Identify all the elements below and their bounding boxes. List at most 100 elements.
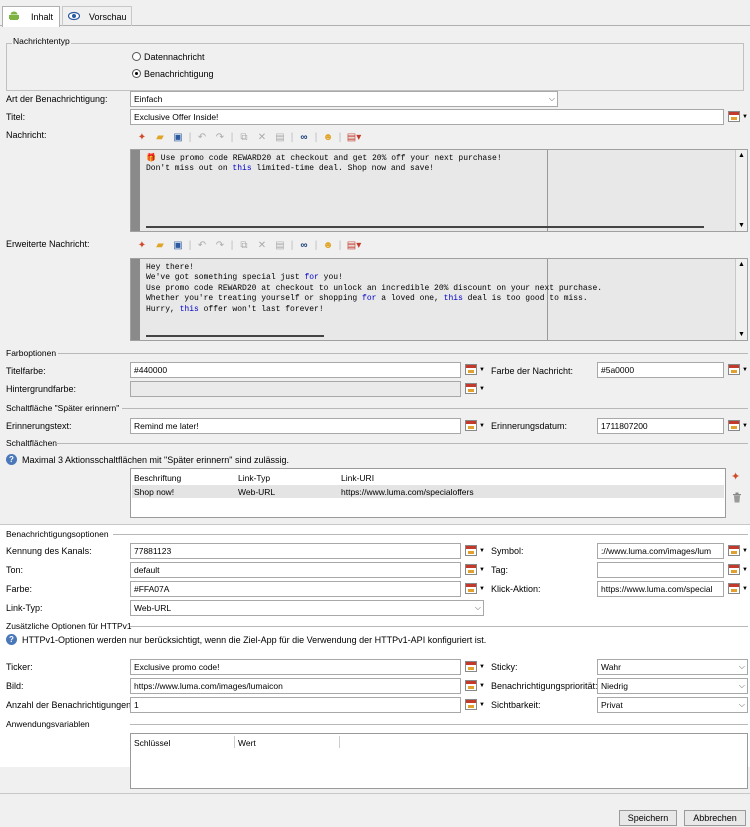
klick-aktion-input[interactable]: https://www.luma.com/special xyxy=(597,581,724,597)
column-header[interactable]: Wert xyxy=(238,738,256,748)
erinnerungsdatum-input[interactable]: 1711807200 xyxy=(597,418,724,434)
section-spaeter-erinnern: Schaltfläche "Später erinnern" xyxy=(6,403,120,413)
cancel-button[interactable]: Abbrechen xyxy=(684,810,746,826)
trash-icon[interactable] xyxy=(732,492,742,503)
undo-icon[interactable]: ↶ xyxy=(195,239,209,253)
personalization-picker[interactable]: ▼ xyxy=(728,563,748,577)
emoji-icon[interactable]: ☻ xyxy=(321,131,335,145)
extended-message-editor[interactable]: Hey there! We've got something special ju… xyxy=(130,258,748,341)
titelfarbe-input[interactable]: #440000 xyxy=(130,362,461,378)
label-erinnerungstext: Erinnerungstext: xyxy=(6,421,72,431)
cut-icon[interactable]: ✕ xyxy=(255,131,269,145)
personalization-picker[interactable]: ▼ xyxy=(465,419,485,433)
personalization-picker[interactable]: ▼ xyxy=(465,698,485,712)
titel-input[interactable]: Exclusive Offer Inside! xyxy=(130,109,724,125)
add-button-icon[interactable]: ✦ xyxy=(731,471,740,483)
personalization-picker[interactable]: ▼ xyxy=(465,660,485,674)
chevron-down-icon: ⌵ xyxy=(738,681,745,690)
separator: | xyxy=(314,132,318,143)
personalization-picker[interactable]: ▼ xyxy=(465,679,485,693)
personalization-picker[interactable]: ▼ xyxy=(728,419,748,433)
bild-input[interactable]: https://www.luma.com/images/lumaicon xyxy=(130,678,461,694)
vertical-scrollbar[interactable]: ▲ ▼ xyxy=(735,150,747,231)
emoji-icon[interactable]: ☻ xyxy=(321,239,335,253)
personalization-picker[interactable]: ▼ xyxy=(465,563,485,577)
hintergrundfarbe-input[interactable] xyxy=(130,381,461,397)
kennung-input[interactable]: 77881123 xyxy=(130,543,461,559)
paste-icon[interactable]: ▤ xyxy=(273,239,287,253)
redo-icon[interactable]: ↷ xyxy=(213,131,227,145)
app-variables-table[interactable]: Schlüssel Wert xyxy=(130,733,748,789)
horizontal-scrollbar[interactable] xyxy=(146,226,704,228)
ticker-input[interactable]: Exclusive promo code! xyxy=(130,659,461,675)
personalization-picker[interactable]: ▼ xyxy=(728,582,748,596)
editor-gutter xyxy=(131,150,140,231)
column-header[interactable]: Beschriftung xyxy=(134,473,181,483)
scroll-down-icon[interactable]: ▼ xyxy=(738,222,745,229)
ton-input[interactable]: default xyxy=(130,562,461,578)
personalization-menu-icon[interactable]: ▤▾ xyxy=(345,239,363,253)
personalization-picker[interactable]: ▼ xyxy=(465,363,485,377)
tab-vorschau[interactable]: Vorschau xyxy=(62,6,132,26)
radio-benachrichtigung[interactable] xyxy=(132,69,141,78)
column-header[interactable]: Link-Typ xyxy=(238,473,270,483)
anzahl-input[interactable]: 1 xyxy=(130,697,461,713)
find-binoculars-icon[interactable]: ∞ xyxy=(297,131,311,145)
personalization-picker[interactable]: ▼ xyxy=(728,544,748,558)
undo-icon[interactable]: ↶ xyxy=(195,131,209,145)
personalization-picker[interactable]: ▼ xyxy=(465,382,485,396)
save-icon[interactable]: ▣ xyxy=(171,131,185,145)
erinnerungstext-input[interactable]: Remind me later! xyxy=(130,418,461,434)
farbe-input[interactable]: #FFA07A xyxy=(130,581,461,597)
select-link-typ[interactable]: Web-URL ⌵ xyxy=(130,600,484,616)
select-art[interactable]: Einfach ⌵ xyxy=(130,91,558,107)
save-button[interactable]: Speichern xyxy=(619,810,677,826)
scroll-up-icon[interactable]: ▲ xyxy=(738,152,745,159)
find-binoculars-icon[interactable]: ∞ xyxy=(297,239,311,253)
editor-gutter xyxy=(131,259,140,340)
erinnerungstext-value: Remind me later! xyxy=(134,421,199,431)
paste-icon[interactable]: ▤ xyxy=(273,131,287,145)
dropdown-arrow-icon: ▼ xyxy=(479,664,485,670)
select-sichtbarkeit[interactable]: Privat ⌵ xyxy=(597,697,748,713)
personalization-icon xyxy=(728,545,740,556)
column-header[interactable]: Schlüssel xyxy=(134,738,170,748)
open-folder-icon[interactable]: ▰ xyxy=(153,131,167,145)
open-folder-icon[interactable]: ▰ xyxy=(153,239,167,253)
label-link-typ: Link-Typ: xyxy=(6,603,43,613)
vertical-scrollbar[interactable]: ▲ ▼ xyxy=(735,259,747,340)
personalization-menu-icon[interactable]: ▤▾ xyxy=(345,131,363,145)
farbe-nachricht-input[interactable]: #5a0000 xyxy=(597,362,724,378)
scroll-up-icon[interactable]: ▲ xyxy=(738,261,745,268)
insert-personalization-icon[interactable]: ✦ xyxy=(135,131,149,145)
copy-icon[interactable]: ⧉ xyxy=(237,239,251,253)
column-header[interactable]: Link-URI xyxy=(341,473,374,483)
label-art: Art der Benachrichtigung: xyxy=(6,94,108,104)
cut-icon[interactable]: ✕ xyxy=(255,239,269,253)
copy-icon[interactable]: ⧉ xyxy=(237,131,251,145)
symbol-input[interactable]: ://www.luma.com/images/lum xyxy=(597,543,724,559)
save-icon[interactable]: ▣ xyxy=(171,239,185,253)
horizontal-scrollbar[interactable] xyxy=(146,335,324,337)
radio-datennachricht[interactable] xyxy=(132,52,141,61)
personalization-icon xyxy=(728,364,740,375)
scroll-down-icon[interactable]: ▼ xyxy=(738,331,745,338)
personalization-picker[interactable]: ▼ xyxy=(728,110,748,124)
personalization-picker[interactable]: ▼ xyxy=(465,544,485,558)
personalization-picker[interactable]: ▼ xyxy=(465,582,485,596)
label-sticky: Sticky: xyxy=(491,662,518,672)
select-sticky[interactable]: Wahr ⌵ xyxy=(597,659,748,675)
table-row[interactable]: Shop now! Web-URL https://www.luma.com/s… xyxy=(132,485,724,498)
select-prioritaet[interactable]: Niedrig ⌵ xyxy=(597,678,748,694)
chevron-down-icon: ⌵ xyxy=(738,700,745,709)
tag-input[interactable] xyxy=(597,562,724,578)
notification-options-panel xyxy=(0,524,750,767)
insert-personalization-icon[interactable]: ✦ xyxy=(135,239,149,253)
dropdown-arrow-icon: ▼ xyxy=(742,423,748,429)
message-editor[interactable]: 🎁 Use promo code REWARD20 at checkout an… xyxy=(130,149,748,232)
dropdown-arrow-icon: ▼ xyxy=(742,567,748,573)
action-buttons-table[interactable]: Beschriftung Link-Typ Link-URI Shop now!… xyxy=(130,468,726,518)
redo-icon[interactable]: ↷ xyxy=(213,239,227,253)
personalization-picker[interactable]: ▼ xyxy=(728,363,748,377)
tab-inhalt[interactable]: Inhalt xyxy=(2,6,60,27)
